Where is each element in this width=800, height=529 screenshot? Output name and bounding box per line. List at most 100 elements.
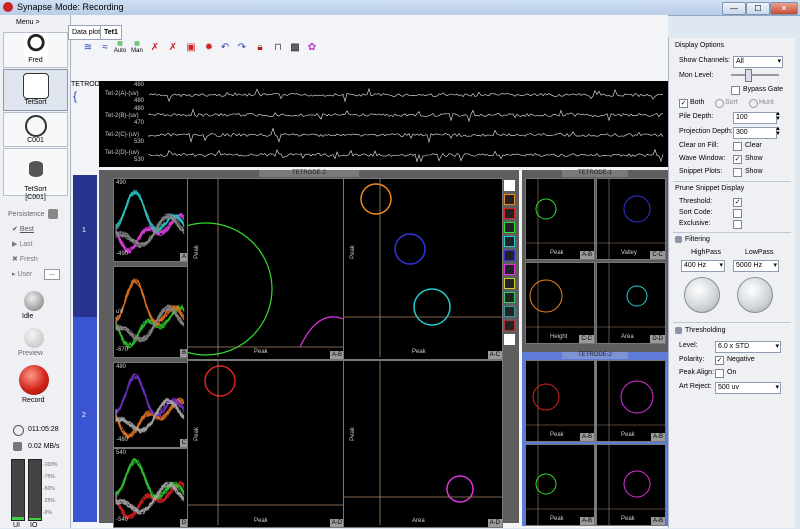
record-button[interactable] (19, 365, 49, 395)
sort-code-checkbox[interactable] (733, 209, 742, 218)
tetsort-c001-button[interactable]: TetSort [C001] (3, 148, 68, 201)
mini-scatter-plot[interactable]: Peak A-B (596, 360, 666, 442)
tetsort-button[interactable]: TetSort (3, 69, 68, 111)
user-browse-button[interactable]: ... (44, 269, 60, 280)
lock-icon[interactable]: 🔒︎ (253, 41, 267, 55)
auto-button[interactable]: ▦ Auto (113, 41, 127, 55)
scatter-a-b[interactable]: Peak Peak A-B (187, 178, 345, 360)
tetrode-1-header: TETRODE-1 (562, 170, 628, 177)
unlock-icon[interactable]: ⊓ (271, 41, 285, 55)
wave-plot-d[interactable]: 540 -540 D (113, 448, 189, 528)
user-label: Fred (28, 57, 43, 64)
cluster-swatch[interactable] (504, 208, 515, 219)
cluster-swatch[interactable] (504, 320, 515, 331)
wave-plot-c[interactable]: 480 -480 C (113, 362, 189, 448)
cluster-swatch[interactable] (504, 278, 515, 289)
group-1-bar[interactable]: 1 (73, 175, 97, 317)
slider-thumb[interactable] (745, 69, 752, 82)
cluster-swatch[interactable] (504, 180, 515, 191)
negative-checkbox[interactable]: ✓ (715, 356, 724, 365)
cluster-swatch[interactable] (504, 194, 515, 205)
idle-button[interactable] (24, 291, 44, 311)
scatter-a-c[interactable]: Peak Peak A-C (343, 178, 503, 360)
wave-traces-b (115, 278, 185, 350)
highpass-select[interactable]: 400 Hz (681, 260, 725, 272)
threshold-checkbox[interactable]: ✓ (733, 198, 742, 207)
show-channels-select[interactable]: All (733, 56, 783, 68)
tab-data-plot[interactable]: Data plot (68, 25, 105, 40)
bypass-gate-checkbox[interactable] (731, 86, 740, 95)
mini-scatter-plot[interactable]: Peak A-B (525, 360, 595, 442)
cluster-swatch[interactable] (504, 236, 515, 247)
color-icon[interactable]: ✿ (305, 41, 319, 55)
pile-depth-stepper[interactable]: ▲ ▼ (775, 111, 781, 122)
highpass-knob[interactable] (684, 277, 720, 313)
data-rate: 0.02 MB/s (28, 443, 60, 450)
wave-window-checkbox[interactable]: ✓ (733, 155, 742, 164)
lowpass-select[interactable]: 5000 Hz (733, 260, 779, 272)
clear-4-icon[interactable]: ✹ (202, 41, 216, 55)
mini-scatter-plot[interactable]: Peak A-B (596, 444, 666, 526)
maximize-button[interactable]: ☐ (746, 2, 770, 15)
mini-scatter-plot[interactable]: Area D-D (596, 262, 666, 344)
art-reject-select[interactable]: 500 uv (715, 382, 781, 394)
clear-label: Clear (745, 142, 762, 149)
hunt-radio[interactable] (749, 99, 758, 108)
minimize-button[interactable]: — (722, 2, 746, 15)
redo-icon[interactable]: ↷ (235, 41, 249, 55)
last-option[interactable]: ▶ Last (12, 240, 33, 248)
clear-3-icon[interactable]: ▣ (184, 41, 198, 55)
snippet-plots-checkbox[interactable] (733, 168, 742, 177)
projection-depth-input[interactable]: 300 (733, 127, 777, 139)
clear-checkbox[interactable] (733, 142, 742, 151)
group-2-bar[interactable]: 2 (73, 317, 97, 522)
cluster-swatch[interactable] (504, 292, 515, 303)
clear-1-icon[interactable]: ✗ (148, 41, 162, 55)
close-button[interactable]: ✕ (770, 2, 798, 15)
mon-level-slider[interactable] (731, 69, 779, 82)
c001-button[interactable]: C001 (3, 112, 68, 147)
level-select[interactable]: 6.0 x STD (715, 341, 781, 353)
lock-icon[interactable] (48, 209, 58, 219)
wave-plot-a[interactable]: 490 -490 A (113, 178, 189, 262)
sort-radio[interactable] (715, 99, 724, 108)
mini-scatter-plot[interactable]: Peak A-B (525, 178, 595, 260)
manual-button[interactable]: ▦ Man (130, 41, 144, 55)
mini-scatter-plot[interactable]: Peak A-B (525, 444, 595, 526)
peak-align-checkbox[interactable] (715, 369, 724, 378)
mini-scatter-plot[interactable]: Height C-C (525, 262, 595, 344)
scatter-ab-xlabel: Peak (254, 349, 268, 355)
lowpass-knob[interactable] (737, 277, 773, 313)
projection-depth-stepper[interactable]: ▲ ▼ (775, 126, 781, 137)
waveform-icon[interactable]: ≋ (81, 41, 95, 55)
user-option[interactable]: ▸ User (12, 270, 32, 278)
wave-fit-icon[interactable]: ≈ (98, 41, 112, 55)
scatter-area-a-d[interactable]: Peak Area A-D (343, 360, 503, 528)
mini-xlabel: Peak (621, 516, 635, 522)
both-checkbox[interactable]: ✓ (679, 99, 688, 108)
cluster-swatch[interactable] (504, 264, 515, 275)
tab-tet1[interactable]: Tet1 (100, 25, 122, 40)
scatter-ac-xlabel: Peak (412, 349, 426, 355)
clear-2-icon[interactable]: ✗ (166, 41, 180, 55)
user-button[interactable]: Fred (3, 32, 68, 68)
menu-button[interactable]: Menu > (16, 19, 40, 26)
mini-scatter-plot[interactable]: Valley C-C (596, 178, 666, 260)
pile-depth-input[interactable]: 100 (733, 112, 777, 124)
auto-label: Auto (113, 48, 127, 54)
cluster-swatch[interactable] (504, 250, 515, 261)
lowpass-label: LowPass (745, 249, 774, 256)
preview-button[interactable] (24, 328, 44, 348)
cluster-swatch[interactable] (504, 334, 515, 345)
undo-icon[interactable]: ↶ (218, 41, 232, 55)
grid-icon[interactable]: ▩ (288, 41, 302, 55)
meter-scale: -100% -75% -50% -25% -0% (43, 462, 58, 516)
fresh-option[interactable]: ✖ Fresh (12, 255, 38, 263)
exclusive-checkbox[interactable] (733, 220, 742, 229)
cluster-swatch[interactable] (504, 306, 515, 317)
cluster-swatch[interactable] (504, 222, 515, 233)
scatter-a-d[interactable]: Peak Peak A-D (187, 360, 345, 528)
channel-a-top: 480 (134, 82, 145, 88)
wave-plot-b[interactable]: uV -670 B (113, 266, 189, 358)
best-option[interactable]: ✔ Best (12, 225, 34, 233)
